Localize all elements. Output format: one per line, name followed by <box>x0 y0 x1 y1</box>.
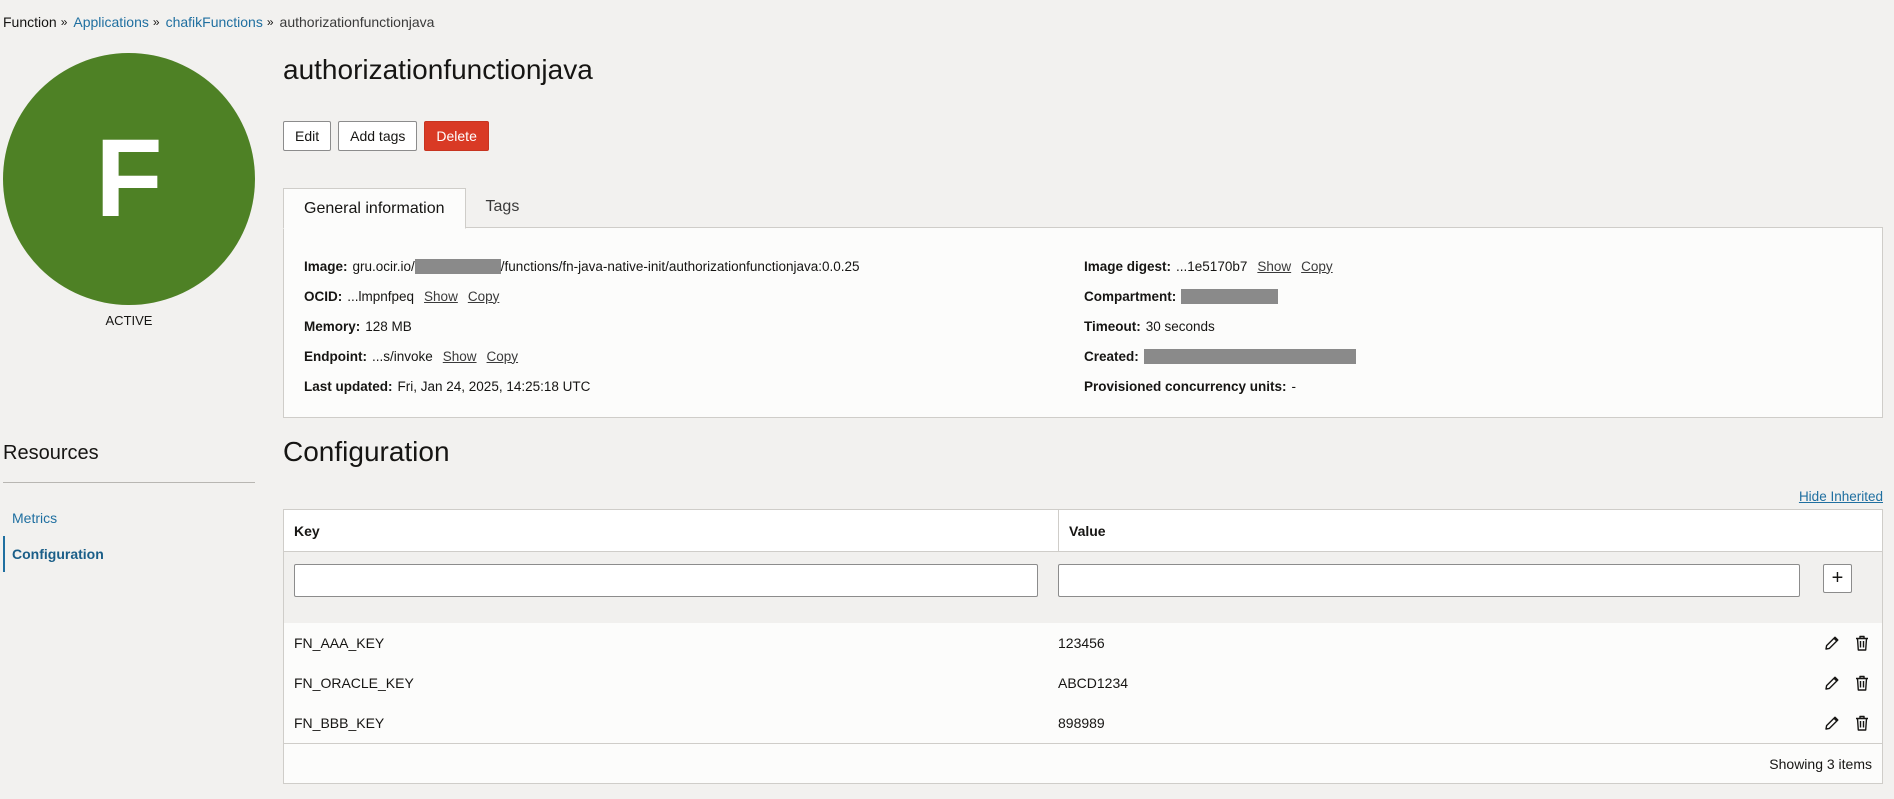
provisioned-row: Provisioned concurrency units: - <box>1084 371 1356 401</box>
info-right-column: Image digest: ...1e5170b7 Show Copy Comp… <box>1084 251 1356 401</box>
compartment-label: Compartment: <box>1084 288 1177 304</box>
image-prefix: gru.ocir.io/ <box>352 258 415 274</box>
last-updated-label: Last updated: <box>304 378 393 394</box>
config-key: FN_AAA_KEY <box>294 635 385 651</box>
table-row: FN_ORACLE_KEY ABCD1234 <box>284 663 1882 703</box>
tab-general-information[interactable]: General information <box>283 188 466 229</box>
breadcrumb: Function » Applications » chafikFunction… <box>3 14 434 30</box>
image-digest-label: Image digest: <box>1084 258 1172 274</box>
configuration-title: Configuration <box>283 436 450 467</box>
redacted-block <box>1143 348 1356 364</box>
timeout-value: 30 seconds <box>1145 318 1215 334</box>
new-value-input[interactable] <box>1058 564 1800 597</box>
config-key: FN_BBB_KEY <box>294 715 385 731</box>
table-header: Key Value <box>284 510 1882 552</box>
add-tags-button[interactable]: Add tags <box>338 121 418 151</box>
config-value: ABCD1234 <box>1058 675 1129 691</box>
column-header-key: Key <box>284 510 1059 551</box>
configuration-table: Key Value + FN_AAA_KEY 123456 FN_ORACLE_… <box>283 509 1883 784</box>
timeout-row: Timeout: 30 seconds <box>1084 311 1356 341</box>
breadcrumb-current: authorizationfunctionjava <box>279 14 435 30</box>
table-footer: Showing 3 items <box>284 744 1882 784</box>
endpoint-copy-link[interactable]: Copy <box>487 349 519 364</box>
resources-nav: Metrics Configuration <box>3 500 255 572</box>
memory-row: Memory: 128 MB <box>304 311 860 341</box>
last-updated-value: Fri, Jan 24, 2025, 14:25:18 UTC <box>397 378 591 394</box>
image-digest-show-link[interactable]: Show <box>1257 259 1291 274</box>
pencil-icon[interactable] <box>1823 714 1841 732</box>
breadcrumb-separator: » <box>266 15 274 29</box>
ocid-copy-link[interactable]: Copy <box>468 289 500 304</box>
info-left-column: Image: gru.ocir.io/ /functions/fn-java-n… <box>304 251 860 401</box>
resources-title: Resources <box>3 442 99 464</box>
redacted-block <box>1181 288 1279 304</box>
new-key-input[interactable] <box>294 564 1038 597</box>
edit-button[interactable]: Edit <box>283 121 332 151</box>
image-digest-value: ...1e5170b7 <box>1176 258 1248 274</box>
pencil-icon[interactable] <box>1823 674 1841 692</box>
config-key: FN_ORACLE_KEY <box>294 675 414 691</box>
ocid-row: OCID: ...lmpnfpeq Show Copy <box>304 281 860 311</box>
compartment-row: Compartment: <box>1084 281 1356 311</box>
breadcrumb-root: Function <box>3 14 57 30</box>
image-suffix: /functions/fn-java-native-init/authoriza… <box>500 258 860 274</box>
image-label: Image: <box>304 258 348 274</box>
delete-button[interactable]: Delete <box>424 121 489 151</box>
ocid-value: ...lmpnfpeq <box>347 288 415 304</box>
resources-item-configuration[interactable]: Configuration <box>3 536 255 572</box>
status-label: ACTIVE <box>105 313 153 328</box>
ocid-show-link[interactable]: Show <box>424 289 458 304</box>
endpoint-row: Endpoint: ...s/invoke Show Copy <box>304 341 860 371</box>
trash-icon[interactable] <box>1853 674 1871 692</box>
action-bar: Edit Add tags Delete <box>283 121 489 151</box>
pencil-icon[interactable] <box>1823 634 1841 652</box>
table-row: FN_AAA_KEY 123456 <box>284 623 1882 663</box>
new-entry-row: + <box>284 552 1882 623</box>
resources-item-metrics[interactable]: Metrics <box>3 500 255 536</box>
endpoint-show-link[interactable]: Show <box>443 349 477 364</box>
tab-bar: General information Tags <box>283 188 539 229</box>
tab-tags[interactable]: Tags <box>466 188 540 226</box>
general-information-panel: Image: gru.ocir.io/ /functions/fn-java-n… <box>283 227 1883 418</box>
divider <box>3 482 255 483</box>
provisioned-label: Provisioned concurrency units: <box>1084 378 1287 394</box>
table-row: FN_BBB_KEY 898989 <box>284 703 1882 743</box>
add-config-button[interactable]: + <box>1823 564 1852 593</box>
avatar-letter: F <box>95 117 163 240</box>
column-header-value: Value <box>1069 522 1106 539</box>
created-label: Created: <box>1084 348 1139 364</box>
table-body: FN_AAA_KEY 123456 FN_ORACLE_KEY ABCD1234… <box>284 623 1882 744</box>
config-value: 123456 <box>1058 635 1105 651</box>
breadcrumb-separator: » <box>152 15 160 29</box>
memory-value: 128 MB <box>365 318 412 334</box>
endpoint-value: ...s/invoke <box>371 348 433 364</box>
breadcrumb-app-link[interactable]: chafikFunctions <box>166 14 263 30</box>
image-row: Image: gru.ocir.io/ /functions/fn-java-n… <box>304 251 860 281</box>
timeout-label: Timeout: <box>1084 318 1141 334</box>
endpoint-label: Endpoint: <box>304 348 367 364</box>
breadcrumb-applications-link[interactable]: Applications <box>73 14 149 30</box>
created-row: Created: <box>1084 341 1356 371</box>
provisioned-value: - <box>1291 378 1297 394</box>
trash-icon[interactable] <box>1853 634 1871 652</box>
breadcrumb-separator: » <box>60 15 68 29</box>
function-avatar: F <box>3 53 255 305</box>
redacted-block <box>414 258 501 274</box>
item-count: Showing 3 items <box>1769 756 1872 772</box>
hide-inherited-link[interactable]: Hide Inherited <box>1799 489 1883 504</box>
memory-label: Memory: <box>304 318 361 334</box>
ocid-label: OCID: <box>304 288 343 304</box>
trash-icon[interactable] <box>1853 714 1871 732</box>
page-title: authorizationfunctionjava <box>283 54 593 85</box>
config-value: 898989 <box>1058 715 1105 731</box>
image-digest-copy-link[interactable]: Copy <box>1301 259 1333 274</box>
last-updated-row: Last updated: Fri, Jan 24, 2025, 14:25:1… <box>304 371 860 401</box>
image-digest-row: Image digest: ...1e5170b7 Show Copy <box>1084 251 1356 281</box>
